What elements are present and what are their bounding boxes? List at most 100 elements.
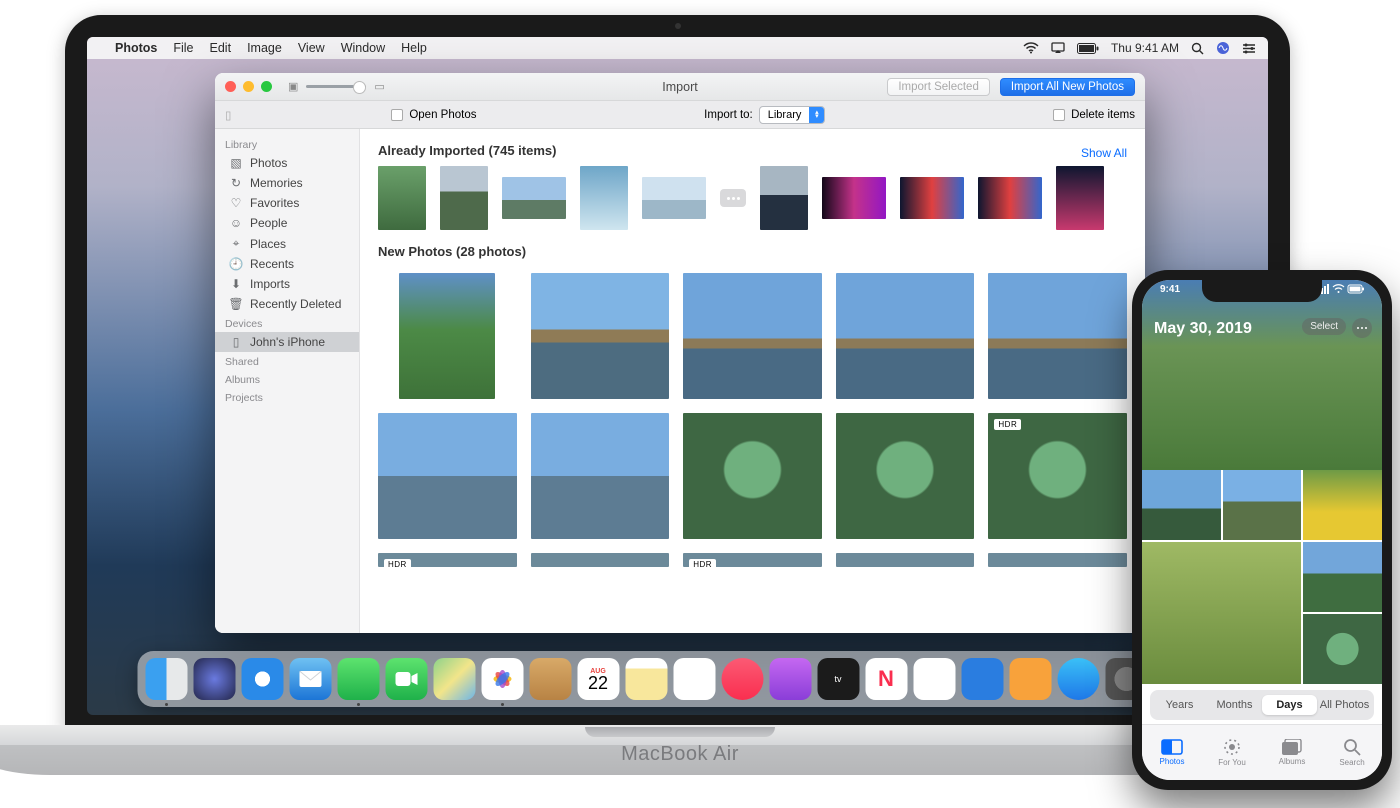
sidebar-item-favorites[interactable]: ♡Favorites: [215, 193, 359, 213]
window-close-button[interactable]: [225, 81, 236, 92]
dock-numbers[interactable]: [913, 658, 955, 700]
tab-albums[interactable]: Albums: [1262, 725, 1322, 780]
photo[interactable]: [683, 413, 822, 539]
seg-months[interactable]: Months: [1207, 695, 1262, 715]
thumb[interactable]: [580, 166, 628, 230]
thumb[interactable]: [502, 177, 566, 219]
photo[interactable]: HDR: [683, 553, 822, 567]
iphone-photo[interactable]: [1303, 470, 1382, 540]
dock-tv[interactable]: tv: [817, 658, 859, 700]
delete-items-checkbox[interactable]: [1053, 109, 1065, 121]
thumb[interactable]: [378, 166, 426, 230]
dock-keynote[interactable]: [961, 658, 1003, 700]
sidebar-header-albums[interactable]: Albums: [215, 370, 359, 388]
photo[interactable]: [836, 413, 975, 539]
spotlight-icon[interactable]: [1191, 42, 1204, 55]
siri-icon[interactable]: [1216, 41, 1230, 55]
iphone-select-button[interactable]: Select: [1302, 318, 1346, 335]
iphone-more-button[interactable]: [1352, 318, 1372, 338]
sidebar-item-photos[interactable]: ▧Photos: [215, 153, 359, 173]
photo[interactable]: [531, 273, 670, 399]
aspect-toggle-icon[interactable]: ▭: [374, 80, 384, 93]
thumb[interactable]: [900, 177, 964, 219]
seg-days[interactable]: Days: [1262, 695, 1317, 715]
dock-maps[interactable]: [433, 658, 475, 700]
show-all-link[interactable]: Show All: [1081, 146, 1127, 160]
photo[interactable]: [836, 273, 975, 399]
thumb[interactable]: [642, 177, 706, 219]
tab-search[interactable]: Search: [1322, 725, 1382, 780]
dock-pages[interactable]: [1009, 658, 1051, 700]
dock-facetime[interactable]: [385, 658, 427, 700]
photo[interactable]: [378, 413, 517, 539]
photo[interactable]: [988, 553, 1127, 567]
dock-appstore[interactable]: [1057, 658, 1099, 700]
tab-foryou[interactable]: For You: [1202, 725, 1262, 780]
window-minimize-button[interactable]: [243, 81, 254, 92]
sidebar-item-memories[interactable]: ↻Memories: [215, 173, 359, 193]
dock-mail[interactable]: [289, 658, 331, 700]
photo[interactable]: HDR: [378, 553, 517, 567]
menubar-clock[interactable]: Thu 9:41 AM: [1111, 41, 1179, 55]
photo[interactable]: HDR: [988, 413, 1127, 539]
sidebar-item-recently-deleted[interactable]: 🗑Recently Deleted: [215, 294, 359, 314]
thumbnail-size-slider[interactable]: [306, 85, 366, 88]
photo[interactable]: [399, 273, 495, 399]
import-selected-button[interactable]: Import Selected: [887, 78, 990, 96]
dock-messages[interactable]: [337, 658, 379, 700]
dock-contacts[interactable]: [529, 658, 571, 700]
dock-finder[interactable]: [145, 658, 187, 700]
photo[interactable]: [531, 553, 670, 567]
seg-all[interactable]: All Photos: [1317, 695, 1372, 715]
menubar-app[interactable]: Photos: [115, 41, 157, 55]
menu-window[interactable]: Window: [341, 41, 385, 55]
sidebar-header-projects[interactable]: Projects: [215, 388, 359, 406]
dock-news[interactable]: N: [865, 658, 907, 700]
thumb[interactable]: [1056, 166, 1104, 230]
thumb[interactable]: [978, 177, 1042, 219]
tab-photos[interactable]: Photos: [1142, 725, 1202, 780]
dock-photos[interactable]: [481, 658, 523, 700]
sidebar-toggle-icon[interactable]: ▣: [288, 80, 298, 93]
iphone-photo[interactable]: [1303, 614, 1382, 684]
seg-years[interactable]: Years: [1152, 695, 1207, 715]
iphone-photo[interactable]: [1223, 470, 1302, 540]
window-zoom-button[interactable]: [261, 81, 272, 92]
battery-icon[interactable]: [1077, 43, 1099, 54]
airplay-icon[interactable]: [1051, 42, 1065, 54]
sidebar-item-people[interactable]: ☺People: [215, 213, 359, 233]
dock-siri[interactable]: [193, 658, 235, 700]
dock-music[interactable]: [721, 658, 763, 700]
dock-podcasts[interactable]: [769, 658, 811, 700]
photo[interactable]: [988, 273, 1127, 399]
import-all-button[interactable]: Import All New Photos: [1000, 78, 1135, 96]
photo[interactable]: [683, 273, 822, 399]
thumb[interactable]: [760, 166, 808, 230]
iphone-segmented-control[interactable]: Years Months Days All Photos: [1150, 690, 1374, 720]
iphone-photo[interactable]: [1303, 542, 1382, 612]
sidebar-item-recents[interactable]: 🕘Recents: [215, 254, 359, 274]
sidebar-item-places[interactable]: ⌖Places: [215, 233, 359, 254]
control-center-icon[interactable]: [1242, 43, 1256, 54]
thumb[interactable]: [440, 166, 488, 230]
dock-safari[interactable]: [241, 658, 283, 700]
iphone-photo[interactable]: [1142, 542, 1301, 684]
iphone-photo[interactable]: [1142, 470, 1221, 540]
sidebar-item-imports[interactable]: ⬇Imports: [215, 274, 359, 294]
menu-edit[interactable]: Edit: [210, 41, 232, 55]
menu-help[interactable]: Help: [401, 41, 427, 55]
menu-view[interactable]: View: [298, 41, 325, 55]
thumb[interactable]: [822, 177, 886, 219]
wifi-icon[interactable]: [1023, 42, 1039, 54]
menu-file[interactable]: File: [173, 41, 193, 55]
open-photos-checkbox[interactable]: [391, 109, 403, 121]
photo[interactable]: [531, 413, 670, 539]
dock-calendar[interactable]: AUG 22: [577, 658, 619, 700]
dock-reminders[interactable]: [673, 658, 715, 700]
menu-image[interactable]: Image: [247, 41, 282, 55]
sidebar-header-shared[interactable]: Shared: [215, 352, 359, 370]
iphone-hero[interactable]: May 30, 2019 Select: [1142, 280, 1382, 470]
photo[interactable]: [836, 553, 975, 567]
dock-notes[interactable]: [625, 658, 667, 700]
more-icon[interactable]: [720, 189, 746, 207]
